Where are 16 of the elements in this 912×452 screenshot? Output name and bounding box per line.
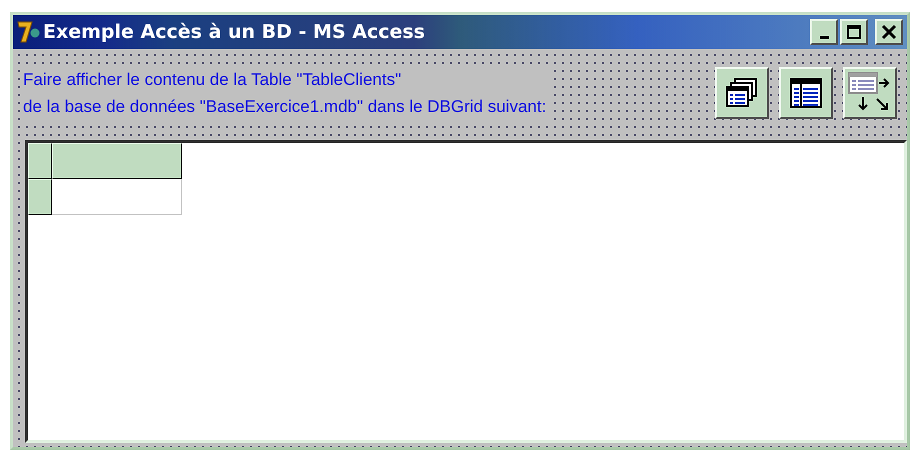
window-title: Exemple Accès à un BD - MS Access [43, 21, 426, 43]
toolbar-button[interactable] [779, 67, 833, 119]
minimize-icon [820, 36, 828, 38]
row-indicator [28, 143, 52, 179]
toolbar-button[interactable] [715, 67, 769, 119]
toolbar-button[interactable] [843, 67, 897, 119]
stacked-tables-icon [725, 76, 759, 110]
maximize-button[interactable] [840, 19, 868, 45]
app-logo-icon [17, 20, 41, 44]
table-grid-icon [789, 77, 823, 109]
column-header[interactable] [52, 143, 182, 179]
close-icon [881, 24, 897, 40]
close-button[interactable] [875, 19, 903, 45]
maximize-icon [846, 24, 862, 40]
row-indicator [28, 179, 52, 215]
minimize-button[interactable] [810, 19, 838, 45]
